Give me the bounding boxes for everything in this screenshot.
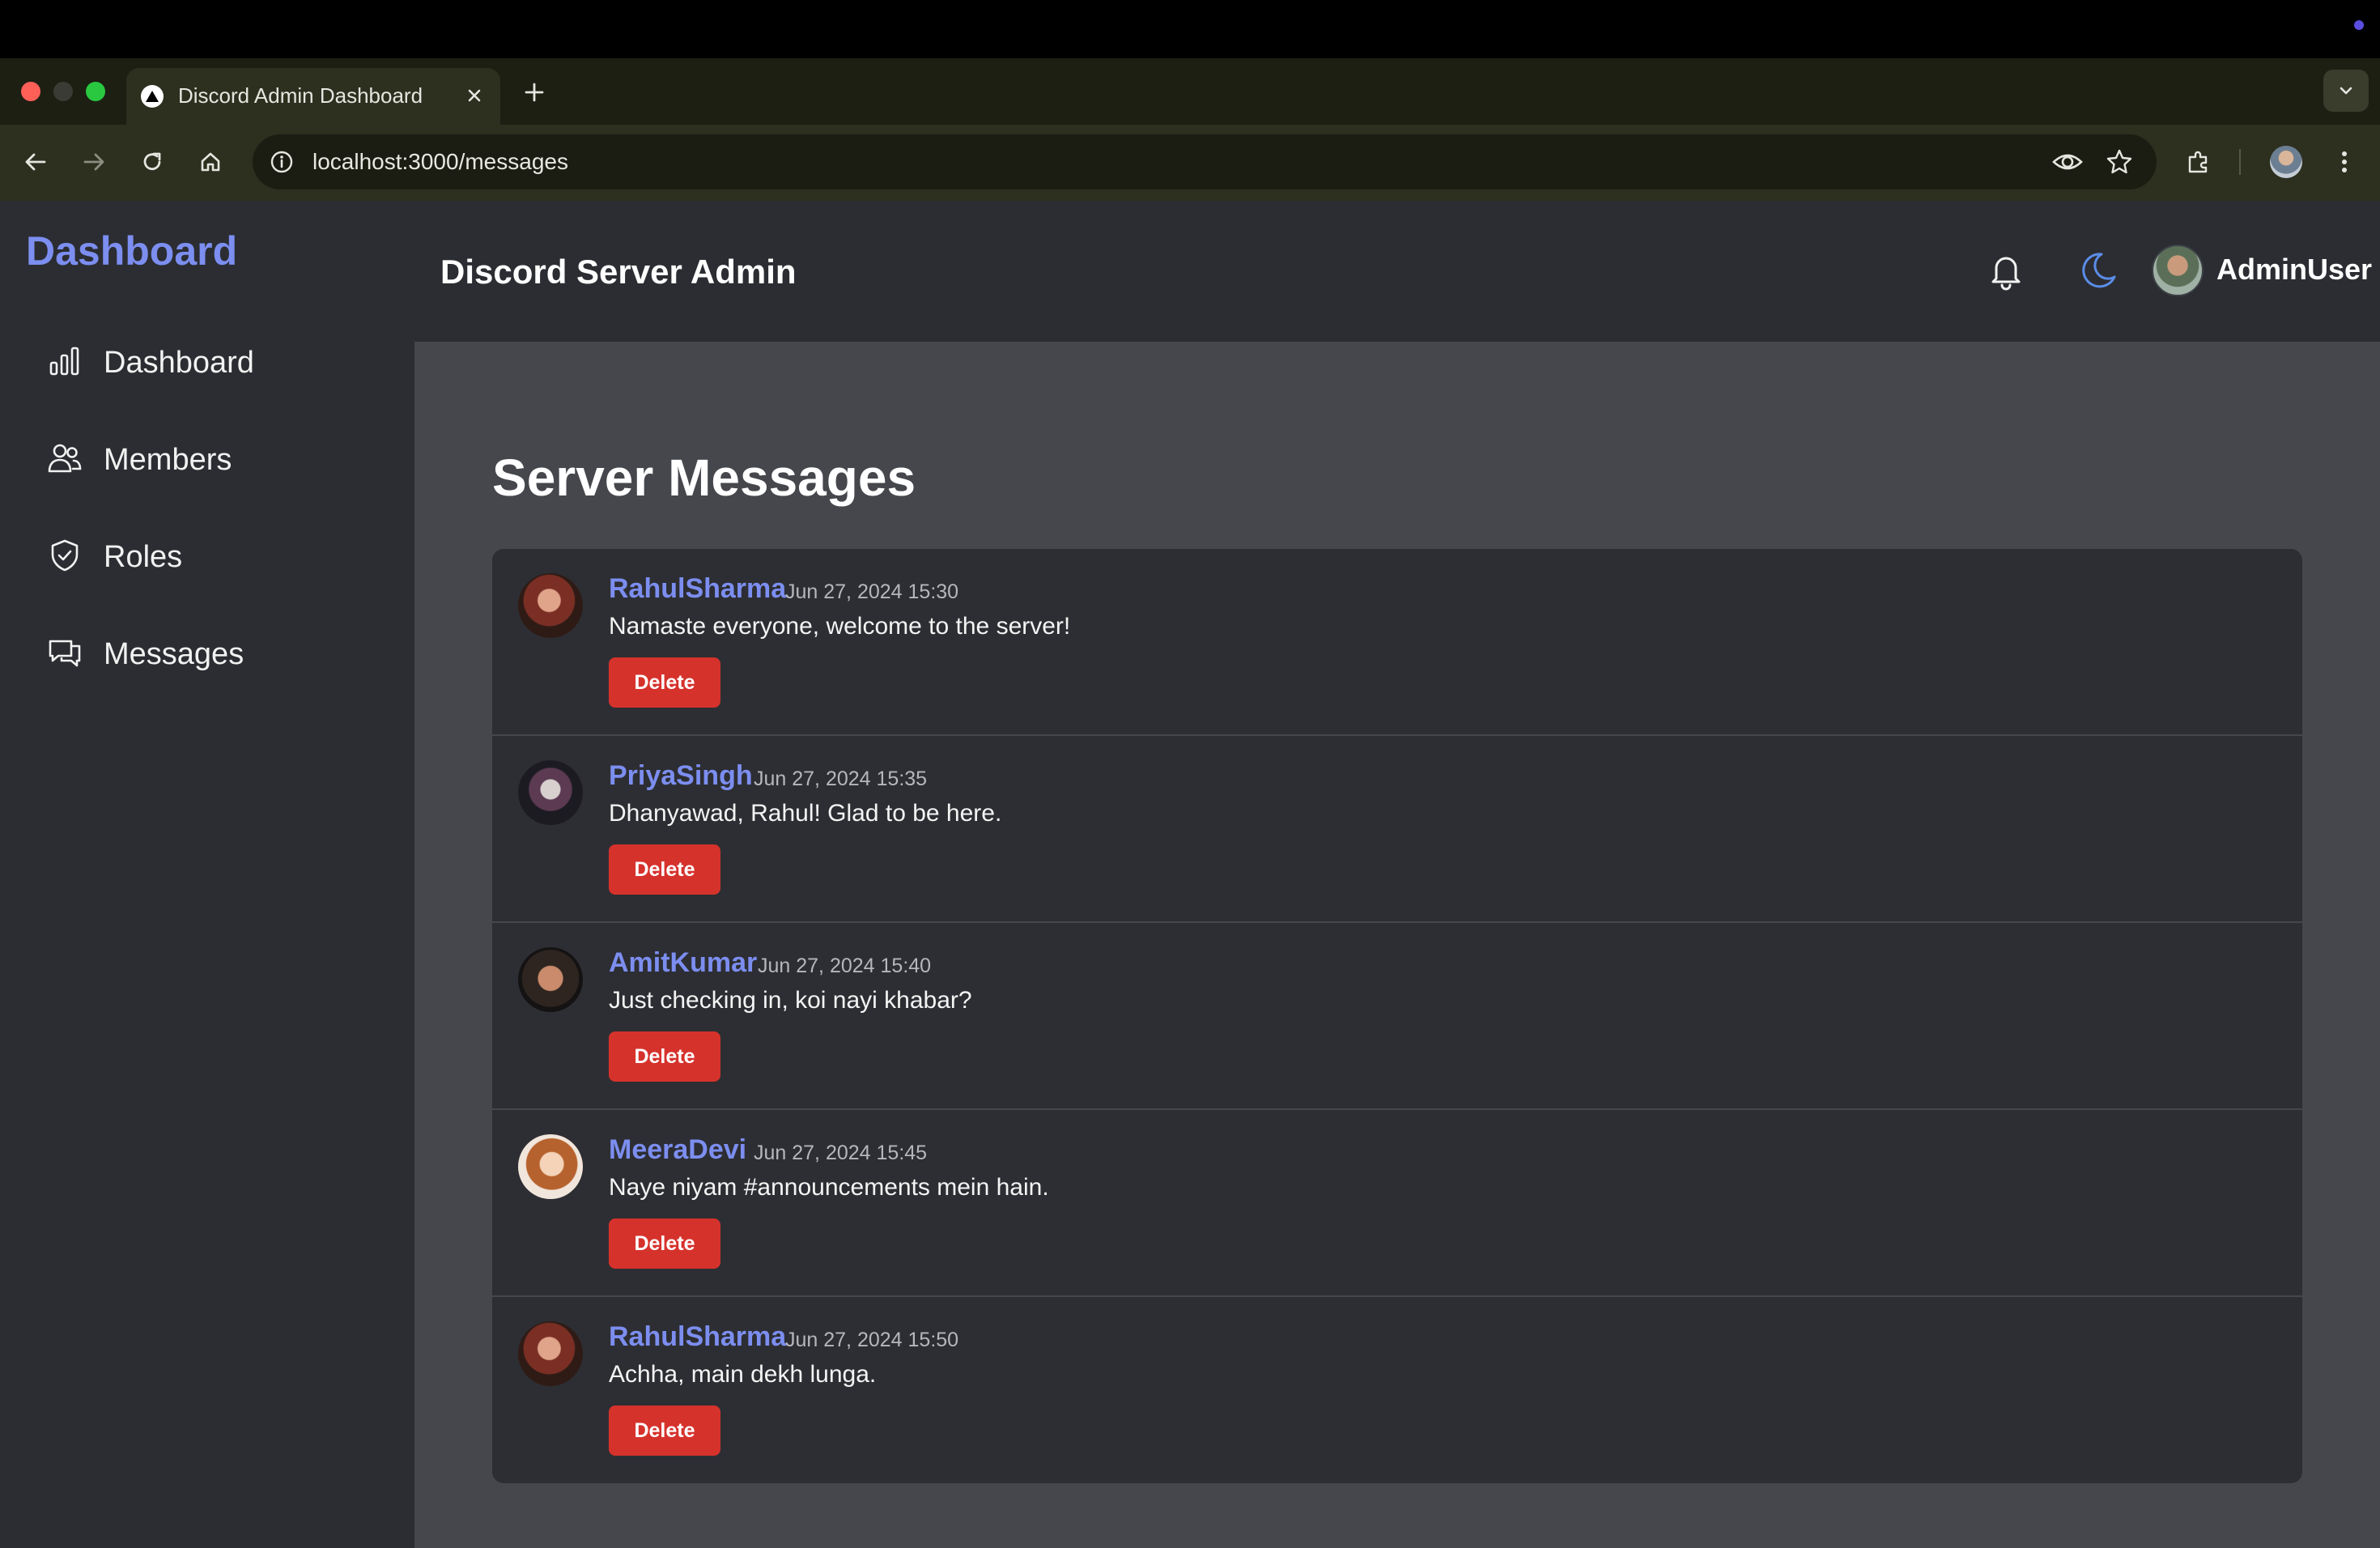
message-username[interactable]: PriyaSingh bbox=[609, 759, 753, 793]
window-close-button[interactable] bbox=[21, 82, 40, 101]
bar-chart-icon bbox=[49, 347, 79, 376]
sidebar-item-label: Roles bbox=[104, 540, 183, 574]
sidebar-item-roles[interactable]: Roles bbox=[47, 531, 387, 580]
window-minimize-button[interactable] bbox=[53, 82, 73, 101]
reload-icon[interactable] bbox=[136, 146, 168, 178]
tab-title: Discord Admin Dashboard bbox=[178, 83, 423, 108]
bell-icon[interactable] bbox=[1985, 249, 2027, 296]
more-vertical-icon[interactable] bbox=[2328, 146, 2361, 178]
message-item: AmitKumar Jun 27, 2024 15:40 Just checki… bbox=[492, 923, 2302, 1110]
message-text: Naye niyam #announcements mein hain. bbox=[609, 1174, 1049, 1201]
message-text: Dhanyawad, Rahul! Glad to be here. bbox=[609, 800, 1002, 827]
eye-icon[interactable] bbox=[2051, 147, 2084, 181]
message-timestamp: Jun 27, 2024 15:50 bbox=[785, 1329, 959, 1351]
avatar[interactable] bbox=[2152, 245, 2204, 296]
address-bar[interactable]: localhost:3000/messages bbox=[253, 134, 2157, 189]
site-info-icon[interactable] bbox=[269, 149, 295, 179]
message-item: RahulSharma Jun 27, 2024 15:30 Namaste e… bbox=[492, 549, 2302, 736]
sidebar-brand[interactable]: Dashboard bbox=[26, 227, 237, 275]
browser-tab[interactable]: Discord Admin Dashboard bbox=[126, 68, 500, 125]
message-timestamp: Jun 27, 2024 15:40 bbox=[758, 955, 932, 977]
message-item: RahulSharma Jun 27, 2024 15:50 Achha, ma… bbox=[492, 1297, 2302, 1483]
header-title: Discord Server Admin bbox=[440, 253, 797, 291]
admin-user-name[interactable]: AdminUser bbox=[2216, 251, 2372, 288]
sidebar-item-label: Members bbox=[104, 443, 232, 477]
moon-icon[interactable] bbox=[2077, 249, 2119, 296]
shield-icon bbox=[51, 539, 79, 572]
window-zoom-button[interactable] bbox=[86, 82, 105, 101]
message-timestamp: Jun 27, 2024 15:30 bbox=[785, 580, 959, 603]
message-username[interactable]: AmitKumar bbox=[609, 946, 757, 980]
extensions-puzzle-icon[interactable] bbox=[2182, 146, 2215, 178]
url-text: localhost:3000/messages bbox=[312, 149, 568, 174]
message-username[interactable]: RahulSharma bbox=[609, 572, 786, 606]
app-root: Dashboard Dashboard Members Roles Messag… bbox=[0, 201, 2380, 1548]
status-dot-icon bbox=[2354, 20, 2364, 30]
message-timestamp: Jun 27, 2024 15:35 bbox=[754, 768, 928, 790]
delete-button[interactable]: Delete bbox=[609, 1031, 720, 1082]
delete-button[interactable]: Delete bbox=[609, 1218, 720, 1269]
avatar bbox=[518, 1134, 583, 1199]
message-timestamp: Jun 27, 2024 15:45 bbox=[754, 1142, 928, 1164]
sidebar: Dashboard Dashboard Members Roles Messag… bbox=[0, 201, 414, 1548]
sidebar-item-members[interactable]: Members bbox=[47, 434, 387, 483]
avatar bbox=[518, 573, 583, 638]
avatar bbox=[518, 1321, 583, 1386]
delete-button[interactable]: Delete bbox=[609, 657, 720, 708]
message-username[interactable]: MeeraDevi bbox=[609, 1133, 746, 1167]
message-username[interactable]: RahulSharma bbox=[609, 1320, 786, 1354]
messages-card: RahulSharma Jun 27, 2024 15:30 Namaste e… bbox=[492, 549, 2302, 1483]
page-title: Server Messages bbox=[492, 449, 916, 507]
message-item: PriyaSingh Jun 27, 2024 15:35 Dhanyawad,… bbox=[492, 736, 2302, 923]
sidebar-item-dashboard[interactable]: Dashboard bbox=[47, 337, 387, 385]
tab-search-button[interactable] bbox=[2323, 70, 2369, 112]
sidebar-item-label: Messages bbox=[104, 637, 244, 671]
delete-button[interactable]: Delete bbox=[609, 844, 720, 895]
avatar bbox=[518, 947, 583, 1012]
home-icon[interactable] bbox=[194, 146, 227, 178]
message-text: Just checking in, koi nayi khabar? bbox=[609, 987, 972, 1014]
back-arrow-icon[interactable] bbox=[19, 146, 52, 178]
os-menu-bar bbox=[0, 0, 2380, 58]
forward-arrow-icon[interactable] bbox=[78, 146, 110, 178]
main-content: Server Messages RahulSharma Jun 27, 2024… bbox=[414, 342, 2380, 1548]
new-tab-icon[interactable] bbox=[518, 76, 550, 108]
chevron-down-icon bbox=[2340, 87, 2352, 95]
message-text: Namaste everyone, welcome to the server! bbox=[609, 613, 1071, 640]
delete-button[interactable]: Delete bbox=[609, 1406, 720, 1456]
close-tab-icon[interactable] bbox=[460, 81, 489, 110]
message-item: MeeraDevi Jun 27, 2024 15:45 Naye niyam … bbox=[492, 1110, 2302, 1297]
message-text: Achha, main dekh lunga. bbox=[609, 1361, 877, 1388]
bookmark-star-icon[interactable] bbox=[2105, 147, 2134, 181]
toolbar-divider bbox=[2239, 149, 2241, 175]
profile-avatar[interactable] bbox=[2270, 146, 2302, 178]
users-icon bbox=[48, 444, 82, 473]
triangle-favicon-icon bbox=[141, 85, 164, 108]
top-header: Discord Server Admin AdminUser bbox=[414, 201, 2380, 342]
sidebar-item-label: Dashboard bbox=[104, 346, 254, 380]
chat-icon bbox=[49, 640, 81, 667]
sidebar-item-messages[interactable]: Messages bbox=[47, 628, 387, 677]
avatar bbox=[518, 760, 583, 825]
